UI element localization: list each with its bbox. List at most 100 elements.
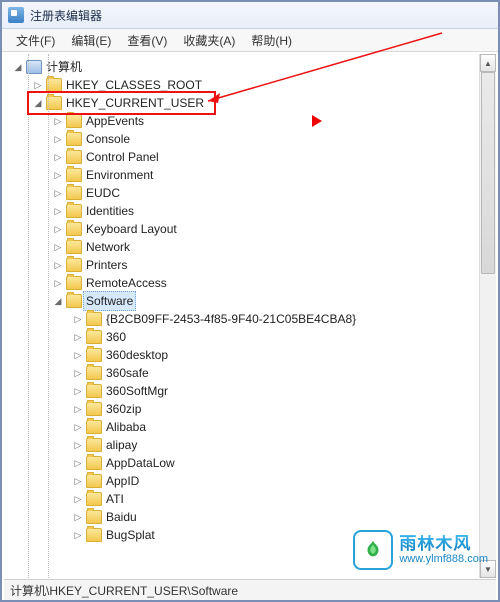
expand-toggle-icon[interactable]: ▷ <box>52 259 64 271</box>
folder-icon <box>86 528 102 542</box>
app-icon <box>8 7 24 23</box>
tree-hkcu-child-5[interactable]: ▷ Identities <box>4 202 496 220</box>
folder-icon <box>66 294 82 308</box>
scroll-thumb[interactable] <box>481 72 495 274</box>
expand-toggle-icon[interactable]: ▷ <box>72 331 84 343</box>
tree-hkcu-child-8[interactable]: ▷ Printers <box>4 256 496 274</box>
tree-software-child-1[interactable]: ▷ 360 <box>4 328 496 346</box>
title-bar[interactable]: 注册表编辑器 <box>2 2 498 29</box>
tree-item-label: alipay <box>106 436 137 454</box>
tree-panel[interactable]: ◢ 计算机 ▷ HKEY_CLASSES_ROOT ◢ HKEY_CURRENT… <box>4 54 496 578</box>
expand-toggle-icon[interactable]: ▷ <box>52 205 64 217</box>
folder-icon <box>66 168 82 182</box>
menu-help[interactable]: 帮助(H) <box>243 29 300 51</box>
tree-item-label: 360 <box>106 328 126 346</box>
menu-file[interactable]: 文件(F) <box>8 29 63 51</box>
tree-hkcu-child-3[interactable]: ▷ Environment <box>4 166 496 184</box>
folder-icon <box>86 510 102 524</box>
status-path: 计算机\HKEY_CURRENT_USER\Software <box>10 582 238 599</box>
expand-toggle-icon[interactable]: ▷ <box>72 439 84 451</box>
tree-software-child-7[interactable]: ▷ alipay <box>4 436 496 454</box>
tree-item-label: 360safe <box>106 364 149 382</box>
tree-item-label: Software <box>83 291 136 311</box>
tree-item-label: AppDataLow <box>106 454 175 472</box>
tree-hkcu-child-7[interactable]: ▷ Network <box>4 238 496 256</box>
annotation-triangle-icon <box>312 115 322 127</box>
expand-toggle-icon[interactable]: ▷ <box>72 457 84 469</box>
tree-software[interactable]: ◢ Software <box>4 292 496 310</box>
tree-software-child-10[interactable]: ▷ ATI <box>4 490 496 508</box>
tree-item-label: ATI <box>106 490 124 508</box>
tree-software-child-6[interactable]: ▷ Alibaba <box>4 418 496 436</box>
folder-icon <box>66 258 82 272</box>
folder-icon <box>66 114 82 128</box>
expand-toggle-icon[interactable]: ▷ <box>32 79 44 91</box>
folder-icon <box>66 204 82 218</box>
expand-toggle-icon[interactable]: ▷ <box>72 349 84 361</box>
tree-item-label: Identities <box>86 202 134 220</box>
tree-root-computer[interactable]: ◢ 计算机 <box>4 58 496 76</box>
expand-toggle-icon[interactable]: ◢ <box>12 61 24 73</box>
expand-toggle-icon[interactable]: ▷ <box>52 151 64 163</box>
tree-hkcu-child-0[interactable]: ▷ AppEvents <box>4 112 496 130</box>
tree-item-label: AppID <box>106 472 139 490</box>
watermark-logo: 雨林木风 www.ylmf888.com <box>353 530 488 570</box>
expand-toggle-icon[interactable]: ◢ <box>52 295 64 307</box>
vertical-scrollbar[interactable]: ▲ ▼ <box>479 54 496 578</box>
tree-hkcu[interactable]: ◢ HKEY_CURRENT_USER <box>4 94 496 112</box>
tree-software-child-2[interactable]: ▷ 360desktop <box>4 346 496 364</box>
tree-hkcu-child-1[interactable]: ▷ Console <box>4 130 496 148</box>
expand-toggle-icon[interactable]: ▷ <box>52 277 64 289</box>
tree-software-child-8[interactable]: ▷ AppDataLow <box>4 454 496 472</box>
status-bar: 计算机\HKEY_CURRENT_USER\Software <box>4 579 496 600</box>
expand-toggle-icon[interactable]: ▷ <box>72 385 84 397</box>
scroll-up-button[interactable]: ▲ <box>480 54 496 72</box>
expand-toggle-icon[interactable]: ▷ <box>52 169 64 181</box>
tree-hkcu-child-9[interactable]: ▷ RemoteAccess <box>4 274 496 292</box>
tree-software-child-4[interactable]: ▷ 360SoftMgr <box>4 382 496 400</box>
expand-toggle-icon[interactable]: ▷ <box>52 133 64 145</box>
folder-icon <box>86 402 102 416</box>
tree-hkcu-child-4[interactable]: ▷ EUDC <box>4 184 496 202</box>
expand-toggle-icon[interactable]: ▷ <box>52 241 64 253</box>
folder-icon <box>86 438 102 452</box>
folder-icon <box>86 384 102 398</box>
menu-bar: 文件(F) 编辑(E) 查看(V) 收藏夹(A) 帮助(H) <box>2 29 498 52</box>
tree-item-label: {B2CB09FF-2453-4f85-9F40-21C05BE4CBA8} <box>106 310 356 328</box>
expand-toggle-icon[interactable]: ▷ <box>72 475 84 487</box>
tree-hkcr[interactable]: ▷ HKEY_CLASSES_ROOT <box>4 76 496 94</box>
tree-software-child-9[interactable]: ▷ AppID <box>4 472 496 490</box>
tree-item-label: HKEY_CURRENT_USER <box>66 94 204 112</box>
folder-icon <box>66 150 82 164</box>
expand-toggle-icon[interactable]: ▷ <box>72 511 84 523</box>
tree-software-child-11[interactable]: ▷ Baidu <box>4 508 496 526</box>
expand-toggle-icon[interactable]: ▷ <box>72 421 84 433</box>
logo-badge-icon <box>353 530 393 570</box>
tree-item-label: 360zip <box>106 400 141 418</box>
tree-item-label: Console <box>86 130 130 148</box>
tree-item-label: 计算机 <box>46 58 82 76</box>
expand-toggle-icon[interactable]: ▷ <box>52 223 64 235</box>
tree-item-label: Baidu <box>106 508 137 526</box>
menu-edit[interactable]: 编辑(E) <box>63 29 119 51</box>
tree-item-label: Control Panel <box>86 148 159 166</box>
tree-item-label: RemoteAccess <box>86 274 167 292</box>
menu-favorites[interactable]: 收藏夹(A) <box>175 29 243 51</box>
folder-icon <box>66 186 82 200</box>
expand-toggle-icon[interactable]: ▷ <box>72 313 84 325</box>
expand-toggle-icon[interactable]: ▷ <box>52 187 64 199</box>
tree-software-child-0[interactable]: ▷ {B2CB09FF-2453-4f85-9F40-21C05BE4CBA8} <box>4 310 496 328</box>
expand-toggle-icon[interactable]: ▷ <box>72 529 84 541</box>
tree-software-child-5[interactable]: ▷ 360zip <box>4 400 496 418</box>
expand-toggle-icon[interactable]: ▷ <box>72 367 84 379</box>
logo-url: www.ylmf888.com <box>399 554 488 565</box>
expand-toggle-icon[interactable]: ◢ <box>32 97 44 109</box>
expand-toggle-icon[interactable]: ▷ <box>72 493 84 505</box>
tree-hkcu-child-6[interactable]: ▷ Keyboard Layout <box>4 220 496 238</box>
expand-toggle-icon[interactable]: ▷ <box>52 115 64 127</box>
tree-software-child-3[interactable]: ▷ 360safe <box>4 364 496 382</box>
menu-view[interactable]: 查看(V) <box>119 29 175 51</box>
tree-hkcu-child-2[interactable]: ▷ Control Panel <box>4 148 496 166</box>
tree-item-label: 360SoftMgr <box>106 382 168 400</box>
expand-toggle-icon[interactable]: ▷ <box>72 403 84 415</box>
